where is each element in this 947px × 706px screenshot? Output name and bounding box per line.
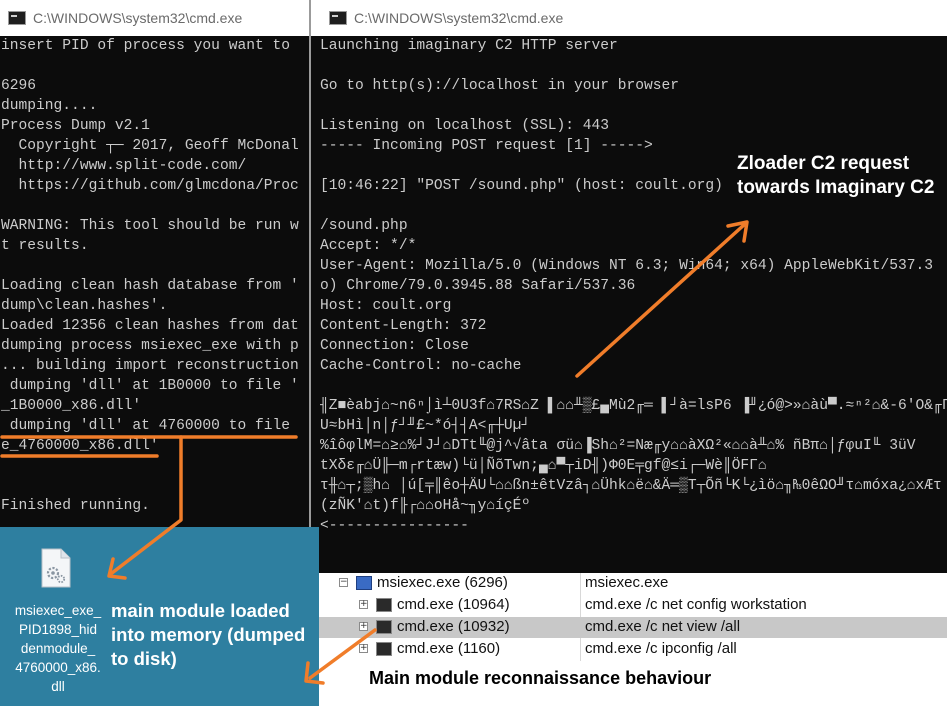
window-title: C:\WINDOWS\system32\cmd.exe (354, 10, 564, 26)
console-line: Accept: */* (320, 238, 417, 254)
console-line: http://www.split-code.com/ (1, 158, 247, 174)
process-name: cmd.exe (10932) (397, 618, 510, 635)
expand-toggle[interactable]: + (359, 600, 368, 609)
console-line: t results. (1, 238, 89, 254)
console-line: tXδε╓⌂Ü╟─m┌rtæw)└ü│ÑõTwn;▄⌂▀┬iD╢)Φ0E╤gf@… (320, 458, 767, 474)
console-line: U≈bHì│n│ƒ┘╜£~*ó┤┤A<╓┼Uµ┘ (320, 418, 531, 434)
cmd-window-left[interactable]: C:\WINDOWS\system32\cmd.exe insert PID o… (0, 0, 311, 527)
process-tree: − msiexec.exe (6296) msiexec.exe + cmd.e… (319, 573, 947, 661)
console-line: ╢Z■èabj⌂~n6ⁿ⌡ì┴0U3f⌂7RS⌂Z ▌⌂⌂╨▒£▄Mù2╓═ ▌… (320, 398, 947, 414)
console-line: Process Dump v2.1 (1, 118, 150, 134)
process-name: msiexec.exe (6296) (377, 574, 508, 591)
main-module-annotation: main module loaded into memory (dumped t… (111, 600, 306, 669)
process-command-line: msiexec.exe (585, 574, 669, 591)
console-line: Finished running. (1, 498, 150, 514)
console-line: WARNING: This tool should be run w (1, 218, 299, 234)
console-line: Host: coult.org (320, 298, 452, 314)
collapse-toggle[interactable]: − (339, 578, 348, 587)
console-output: Launching imaginary C2 HTTP server Go to … (311, 36, 947, 573)
console-line: https://github.com/glmcdona/Proc (1, 178, 299, 194)
console-line: o) Chrome/79.0.3945.88 Safari/537.36 (320, 278, 636, 294)
console-line: (zÑK'⌂t)f╟┌⌂⌂oHå~╖y⌂íçÉº (320, 498, 531, 514)
console-window-icon (329, 11, 347, 25)
console-line: 6296 (1, 78, 37, 94)
expand-toggle[interactable]: + (359, 644, 368, 653)
console-line: Content-Length: 372 (320, 318, 487, 334)
console-line: _1B0000_x86.dll' (1, 398, 142, 414)
console-line: /sound.php (320, 218, 408, 234)
process-row[interactable]: + cmd.exe (10964) cmd.exe /c net config … (319, 595, 947, 616)
console-line: Loaded 12356 clean hashes from dat (1, 318, 299, 334)
process-icon (376, 598, 392, 612)
console-line: Launching imaginary C2 HTTP server (320, 38, 618, 54)
process-row[interactable]: + cmd.exe (1160) cmd.exe /c ipconfig /al… (319, 639, 947, 660)
console-line: Copyright ┬─ 2017, Geoff McDonal (1, 138, 299, 154)
process-row-selected[interactable]: + cmd.exe (10932) cmd.exe /c net view /a… (319, 617, 947, 638)
console-line: e_4760000_x86.dll' (1, 438, 159, 454)
console-line: ... building import reconstruction (1, 358, 299, 374)
process-command-line: cmd.exe /c net view /all (585, 618, 741, 635)
window-titlebar[interactable]: C:\WINDOWS\system32\cmd.exe (311, 0, 947, 36)
dll-file-name[interactable]: msiexec_exe_ PID1898_hid denmodule_ 4760… (8, 601, 108, 696)
process-command-line: cmd.exe /c ipconfig /all (585, 640, 737, 657)
process-command-line: cmd.exe /c net config workstation (585, 596, 807, 613)
file-name-line: 4760000_x86. (15, 660, 101, 675)
file-name-line: PID1898_hid (18, 622, 98, 637)
process-name: cmd.exe (10964) (397, 596, 510, 613)
console-line: dump\clean.hashes'. (1, 298, 168, 314)
console-line: Listening on localhost (SSL): 443 (320, 118, 610, 134)
window-titlebar[interactable]: C:\WINDOWS\system32\cmd.exe (0, 0, 311, 36)
file-name-line: msiexec_exe_ (14, 603, 102, 618)
process-row[interactable]: − msiexec.exe (6296) msiexec.exe (319, 573, 947, 594)
console-line: dumping process msiexec_exe with p (1, 338, 299, 354)
process-icon (376, 642, 392, 656)
process-name: cmd.exe (1160) (397, 640, 501, 657)
expand-toggle[interactable]: + (359, 622, 368, 631)
console-line: Go to http(s)://localhost in your browse… (320, 78, 680, 94)
process-icon (356, 576, 372, 590)
console-line: dumping.... (1, 98, 98, 114)
recon-annotation: Main module reconnaissance behaviour (369, 668, 712, 688)
cmd-window-right[interactable]: C:\WINDOWS\system32\cmd.exe Launching im… (309, 0, 947, 575)
console-output: insert PID of process you want to 6296 dum… (0, 36, 311, 527)
console-line: Connection: Close (320, 338, 469, 354)
dll-file-icon[interactable] (40, 548, 72, 588)
console-line: dumping 'dll' at 1B0000 to file ' (1, 378, 299, 394)
file-name-line: dll (51, 679, 65, 694)
zloader-annotation: Zloader C2 request towards Imaginary C2 (737, 153, 935, 198)
console-line: insert PID of process you want to (1, 38, 291, 54)
console-line: %îôφlM=⌂≥⌂%┘J┘⌂DTt╙@j^√âta σü⌂▐Sh⌂²=Næ╓y… (320, 438, 916, 454)
console-window-icon (8, 11, 26, 25)
file-name-line: denmodule_ (20, 641, 96, 656)
console-line: <---------------- (320, 518, 469, 534)
console-line: τ╫⌂┬;▒h⌂ │ú[╤║êo┼ÄU└⌂⌂ßn±êtVzâ┐⌂Ühk⌂ë⌂&Ä… (320, 478, 942, 494)
console-line: dumping 'dll' at 4760000 to file (1, 418, 291, 434)
console-line: Cache-Control: no-cache (320, 358, 522, 374)
console-line: User-Agent: Mozilla/5.0 (Windows NT 6.3;… (320, 258, 934, 274)
console-line: Loading clean hash database from ' (1, 278, 299, 294)
process-icon (376, 620, 392, 634)
window-title: C:\WINDOWS\system32\cmd.exe (33, 10, 243, 26)
